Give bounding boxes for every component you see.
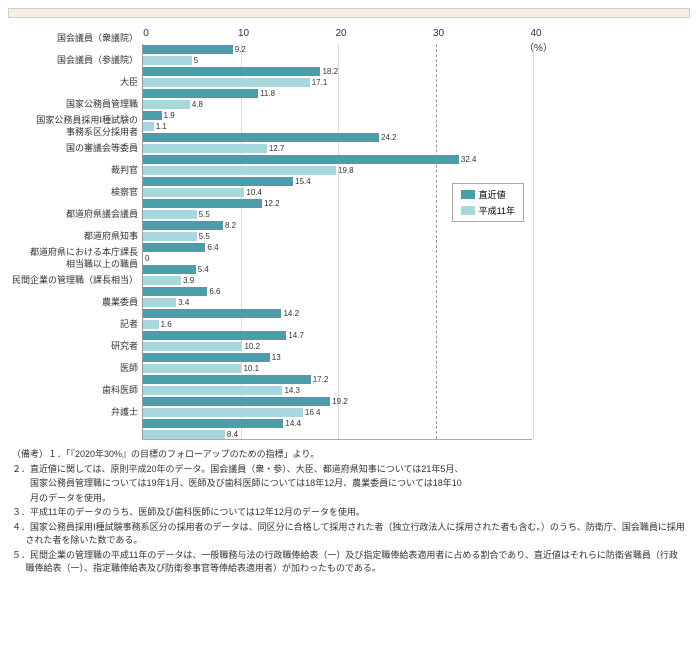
bar-recent-5	[143, 155, 459, 164]
bar-recent-3	[143, 111, 162, 120]
y-axis-labels: 国会議員（衆議院）国会議員（参議院）大臣国家公務員管理職国家公務員採用Ⅰ種試験の…	[12, 28, 138, 440]
bar-group-4: 24.212.7	[143, 134, 532, 152]
bar-group-0: 9.25	[143, 46, 532, 64]
bar-h11-15	[143, 386, 282, 395]
x-label-0: 0	[134, 28, 158, 39]
x-axis: 010203040（%）	[142, 28, 532, 42]
bar-recent-6	[143, 177, 293, 186]
bar-group-13: 14.710.2	[143, 332, 532, 350]
chart-area: 010203040（%） 9.2518.217.111.84.81.91.124…	[142, 28, 686, 440]
bar-group-3: 1.91.1	[143, 112, 532, 130]
y-label-9: 都道府県知事	[84, 226, 138, 248]
x-label-2: 20	[329, 28, 353, 39]
y-label-14: 研究者	[111, 336, 138, 358]
y-label-13: 記者	[120, 314, 138, 336]
bar-h11-3	[143, 122, 154, 131]
bar-h11-0	[143, 56, 192, 65]
y-label-6: 裁判官	[111, 160, 138, 182]
bar-group-5: 32.419.8	[143, 156, 532, 174]
bar-h11-6	[143, 188, 244, 197]
bar-recent-0	[143, 45, 233, 54]
bar-h11-17	[143, 430, 225, 439]
bar-h11-13	[143, 342, 242, 351]
bar-recent-14	[143, 353, 270, 362]
bar-recent-8	[143, 221, 223, 230]
notes-section: （備考）１．「『2020年30%』の目標のフォローアップのための指標」より。２．…	[8, 448, 690, 576]
note-2: 国家公務員管理職については19年1月、医師及び歯科医師については18年12月、農…	[12, 477, 686, 491]
legend-color-h11	[461, 206, 475, 215]
bar-recent-11	[143, 287, 207, 296]
bar-group-9: 6.40	[143, 244, 532, 262]
bar-h11-10	[143, 276, 181, 285]
y-label-11: 民間企業の管理職（課長相当）	[12, 270, 138, 292]
x-label-3: 30	[427, 28, 451, 39]
bar-h11-16	[143, 408, 303, 417]
y-label-4: 国家公務員採用Ⅰ種試験の事務系区分採用者	[36, 116, 138, 138]
note-1: ２．直近値に関しては、原則平成20年のデータ。国会議員（衆・参）、大臣、都道府県…	[12, 463, 686, 477]
y-label-17: 弁護士	[111, 402, 138, 424]
note-0: （備考）１．「『2020年30%』の目標のフォローアップのための指標」より。	[12, 448, 686, 462]
y-label-16: 歯科医師	[102, 380, 138, 402]
note-5: ４．国家公務員採用Ⅰ種試験事務系区分の採用者のデータは、同区分に合格して採用され…	[12, 521, 686, 548]
bar-h11-4	[143, 144, 267, 153]
bar-recent-15	[143, 375, 311, 384]
bar-group-11: 6.63.4	[143, 288, 532, 306]
bar-h11-5	[143, 166, 336, 175]
bar-recent-10	[143, 265, 196, 274]
bar-group-10: 5.43.9	[143, 266, 532, 284]
bar-recent-9	[143, 243, 205, 252]
bar-group-14: 1310.1	[143, 354, 532, 372]
x-label-1: 10	[232, 28, 256, 39]
y-label-1: 国会議員（参議院）	[57, 50, 138, 72]
bar-group-12: 14.21.6	[143, 310, 532, 328]
bar-group-15: 17.214.3	[143, 376, 532, 394]
note-4: ３．平成11年のデータのうち、医師及び歯科医師については12年12月のデータを使…	[12, 506, 686, 520]
bar-h11-2	[143, 100, 190, 109]
y-label-2: 大臣	[120, 72, 138, 94]
y-label-15: 医師	[120, 358, 138, 380]
bar-recent-7	[143, 199, 262, 208]
bar-recent-1	[143, 67, 320, 76]
bar-h11-11	[143, 298, 176, 307]
bar-group-17: 14.48.4	[143, 420, 532, 438]
bar-group-2: 11.84.8	[143, 90, 532, 108]
legend: 直近値平成11年	[452, 183, 524, 222]
bar-recent-2	[143, 89, 258, 98]
y-label-12: 農業委員	[102, 292, 138, 314]
bar-h11-8	[143, 232, 197, 241]
legend-label-h11: 平成11年	[479, 204, 515, 217]
bars-wrapper: 9.25 18.217.1 11.84.8 1.91.1 24.212.7 32.419.…	[142, 44, 532, 440]
bar-h11-14	[143, 364, 241, 373]
legend-color-recent	[461, 190, 475, 199]
note-3: 月のデータを使用。	[12, 492, 686, 506]
y-label-5: 国の審議会等委員	[66, 138, 138, 160]
chart-wrapper: 国会議員（衆議院）国会議員（参議院）大臣国家公務員管理職国家公務員採用Ⅰ種試験の…	[8, 28, 690, 440]
bar-recent-4	[143, 133, 379, 142]
title-bar	[8, 8, 690, 18]
bar-group-8: 8.25.5	[143, 222, 532, 240]
note-6: ５．民間企業の管理職の平成11年のデータは、一般職務与法の行政職俸給表（一）及び…	[12, 549, 686, 576]
y-label-3: 国家公務員管理職	[66, 94, 138, 116]
bar-recent-16	[143, 397, 330, 406]
bar-recent-13	[143, 331, 286, 340]
bar-group-1: 18.217.1	[143, 68, 532, 86]
bar-h11-1	[143, 78, 310, 87]
bar-recent-12	[143, 309, 281, 318]
y-label-7: 検察官	[111, 182, 138, 204]
y-label-10: 都道府県における本庁課長相当職以上の職員	[30, 248, 138, 270]
y-label-8: 都道府県議会議員	[66, 204, 138, 226]
bar-h11-7	[143, 210, 197, 219]
legend-label-recent: 直近値	[479, 188, 506, 201]
bar-group-16: 19.216.4	[143, 398, 532, 416]
bar-recent-17	[143, 419, 283, 428]
y-label-0: 国会議員（衆議院）	[57, 28, 138, 50]
bar-h11-12	[143, 320, 159, 329]
